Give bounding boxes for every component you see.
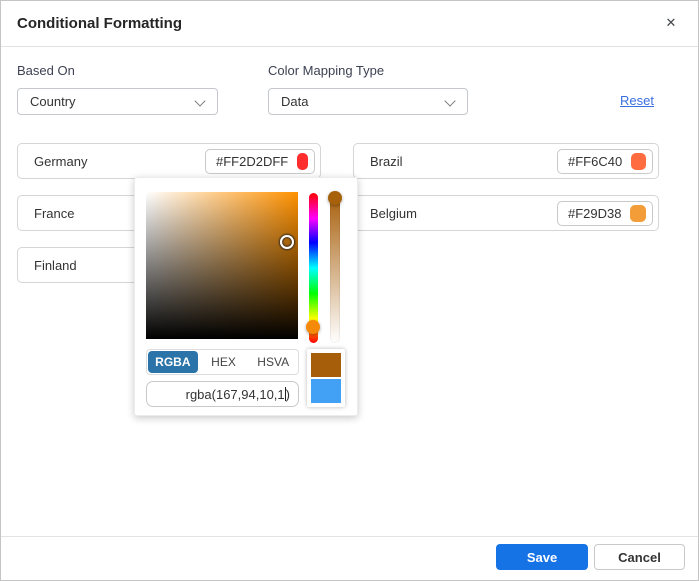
color-swatch[interactable] [297,153,308,170]
country-label: Belgium [354,206,417,221]
selected-color-swatch[interactable] [311,353,341,377]
cancel-button[interactable]: Cancel [594,544,685,570]
color-value-text-after: ) [286,387,290,402]
close-icon[interactable]: ✕ [661,13,681,33]
tab-rgba[interactable]: RGBA [148,351,198,373]
tab-hex[interactable]: HEX [199,350,249,374]
hex-value: #FF2D2DFF [216,154,288,169]
row-brazil: Brazil #FF6C40 [353,143,659,179]
country-label: Finland [18,258,77,273]
color-value-input[interactable]: rgba(167,94,10,1) [146,381,299,407]
conditional-formatting-dialog: Conditional Formatting ✕ Based On Countr… [0,0,699,581]
color-mapping-type-label: Color Mapping Type [268,63,384,78]
alpha-slider-handle[interactable] [328,191,342,205]
chevron-down-icon [194,95,205,106]
color-value-field-belgium[interactable]: #F29D38 [557,201,653,226]
country-label: Brazil [354,154,403,169]
hex-value: #FF6C40 [568,154,622,169]
hue-slider-handle[interactable] [306,320,320,334]
preview-swatch-panel [307,349,345,407]
color-mode-tabs: RGBA HEX HSVA [146,349,299,375]
save-button[interactable]: Save [496,544,588,570]
country-label: France [18,206,74,221]
color-mapping-type-dropdown[interactable]: Data [268,88,468,115]
color-swatch[interactable] [630,205,646,222]
alpha-slider[interactable] [330,193,340,343]
color-swatch[interactable] [631,153,646,170]
color-value-field-germany[interactable]: #FF2D2DFF [205,149,315,174]
secondary-color-swatch[interactable] [311,379,341,403]
chevron-down-icon [444,95,455,106]
based-on-value: Country [30,94,76,109]
footer-divider [1,536,698,537]
color-value-text: rgba(167,94,10,1 [186,387,285,402]
based-on-dropdown[interactable]: Country [17,88,218,115]
tab-hsva[interactable]: HSVA [248,350,298,374]
color-mapping-type-value: Data [281,94,308,109]
saturation-value-area[interactable] [146,192,298,339]
row-germany: Germany #FF2D2DFF [17,143,321,179]
row-belgium: Belgium #F29D38 [353,195,659,231]
dialog-titlebar: Conditional Formatting ✕ [1,1,698,47]
dialog-title: Conditional Formatting [17,15,182,32]
based-on-label: Based On [17,63,75,78]
saturation-value-cursor[interactable] [280,235,294,249]
reset-link[interactable]: Reset [620,93,654,108]
hex-value: #F29D38 [568,206,621,221]
color-picker-popup: RGBA HEX HSVA rgba(167,94,10,1) [134,177,358,416]
color-value-field-brazil[interactable]: #FF6C40 [557,149,653,174]
country-label: Germany [18,154,87,169]
